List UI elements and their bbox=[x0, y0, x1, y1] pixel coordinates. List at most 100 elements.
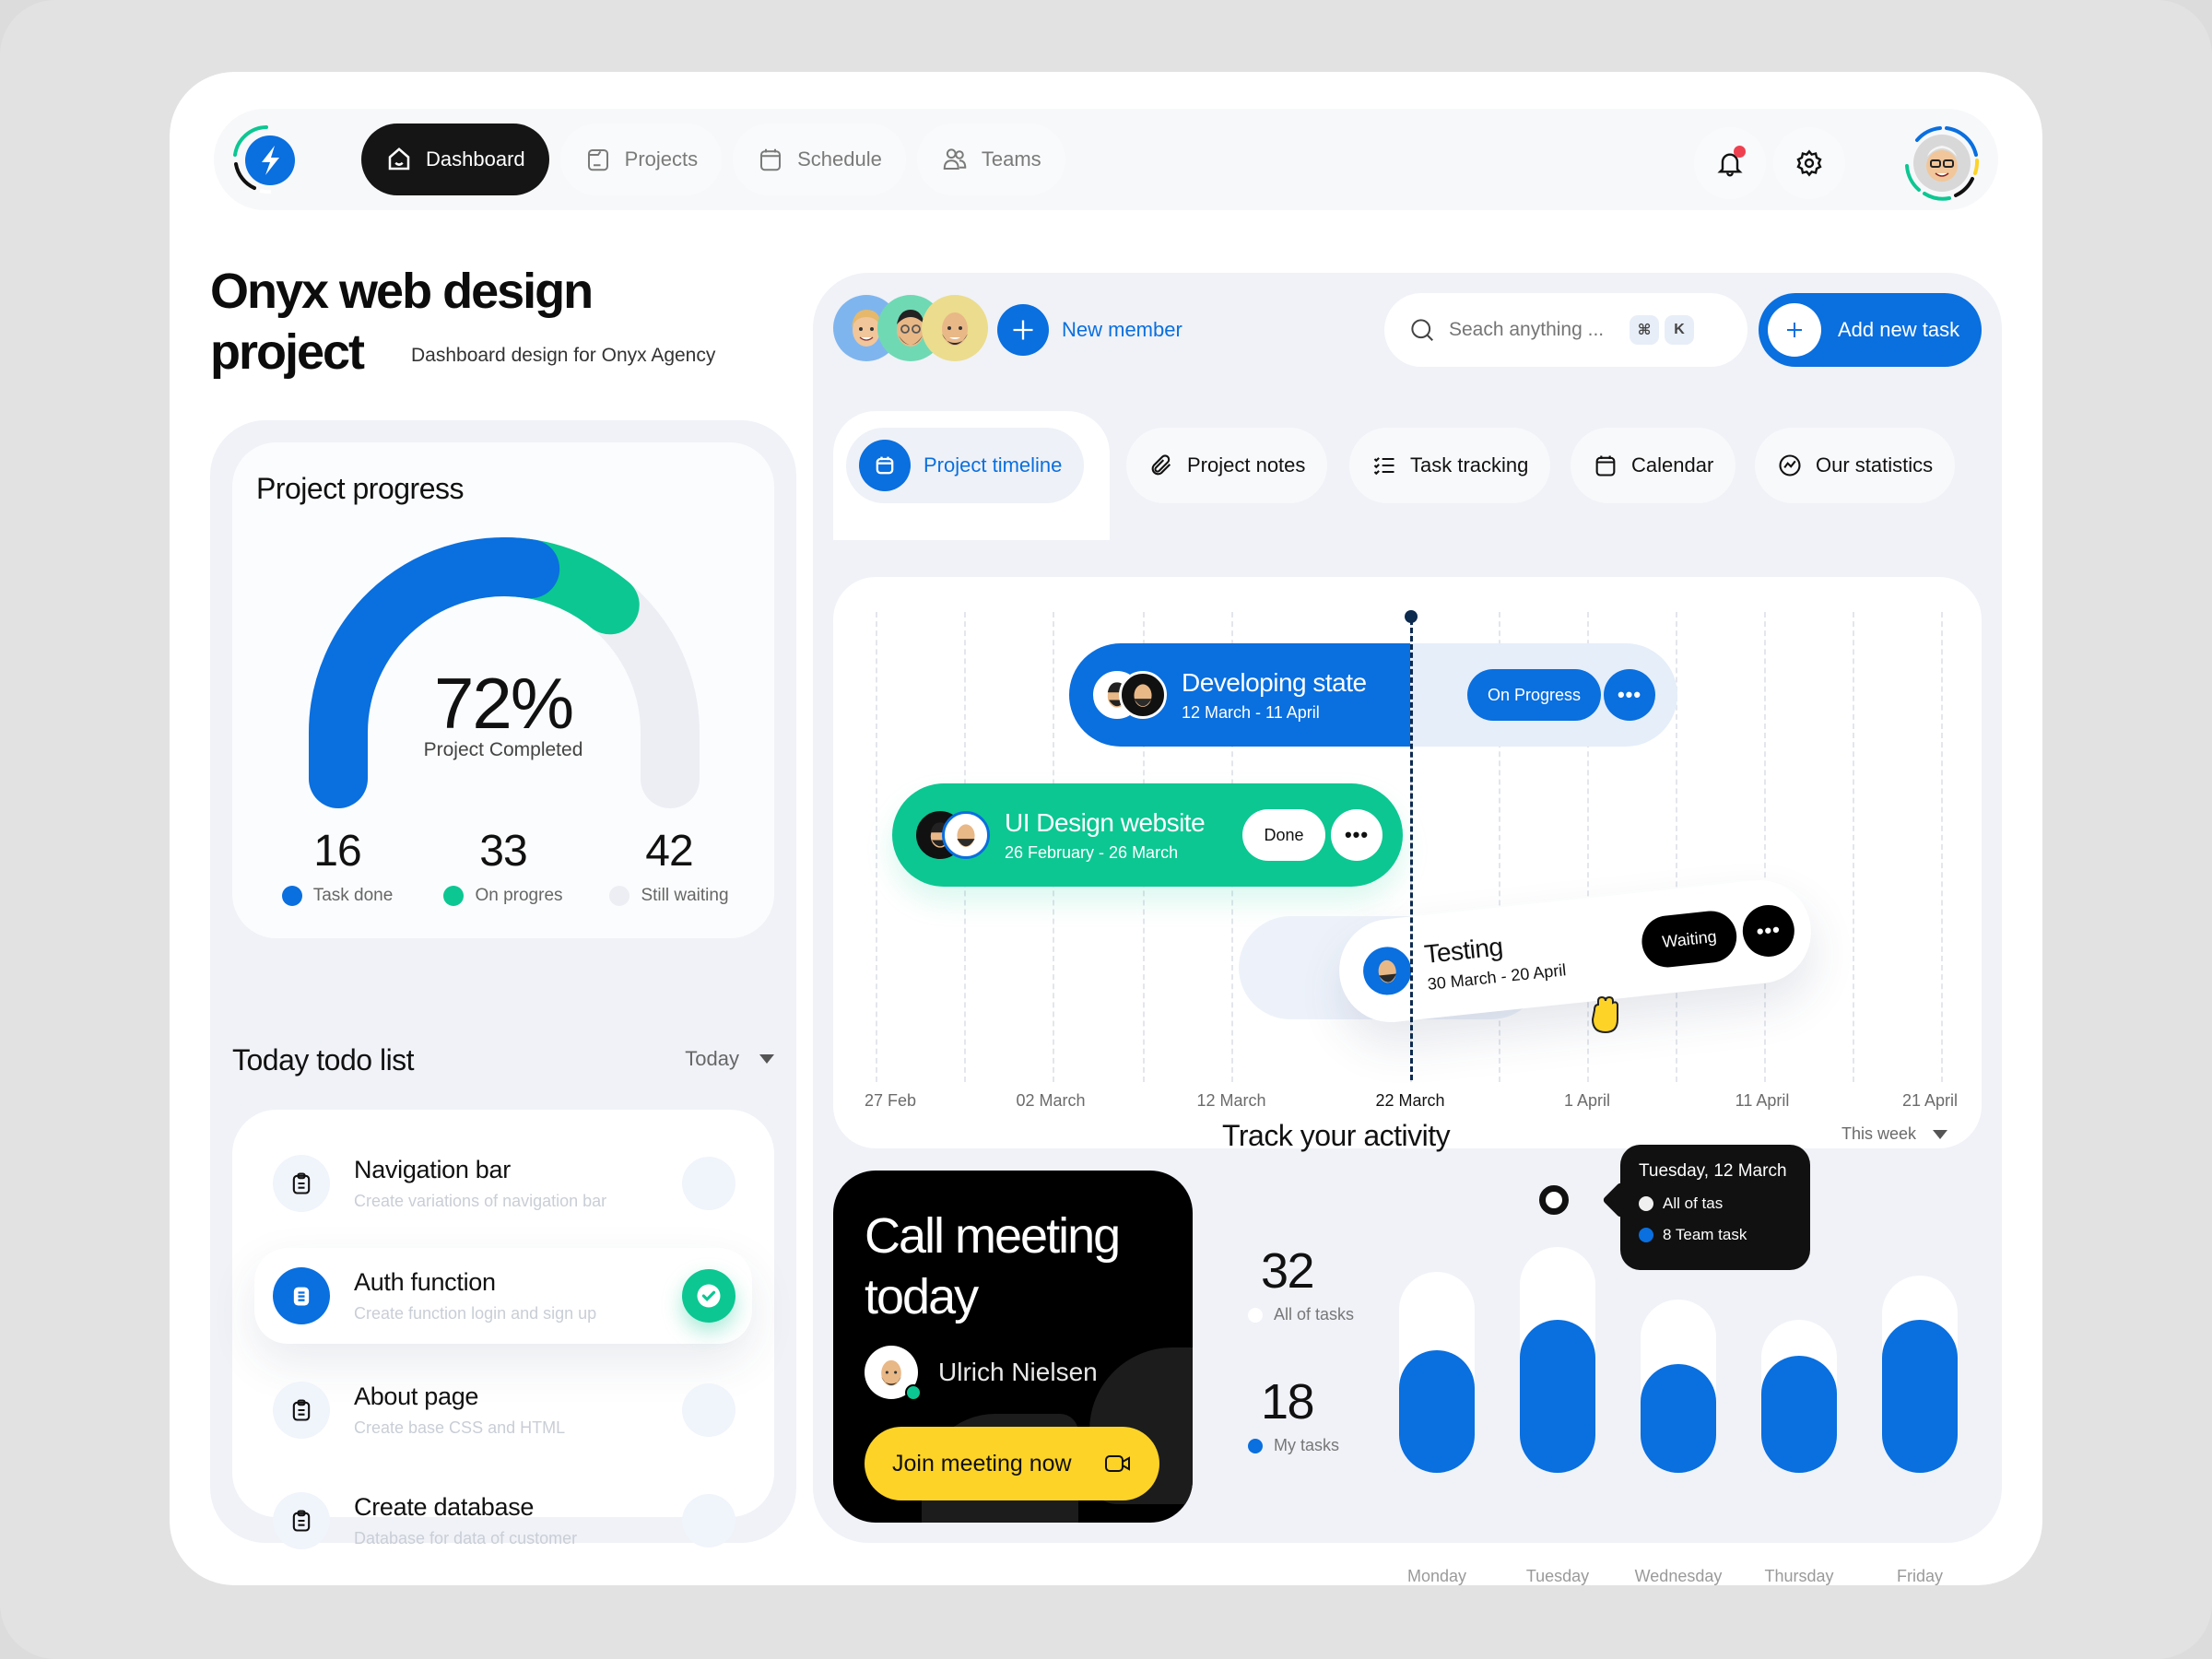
task-assignees bbox=[1360, 944, 1414, 998]
new-member-button[interactable]: New member bbox=[997, 304, 1182, 356]
todo-item[interactable]: About page Create base CSS and HTML bbox=[254, 1362, 752, 1458]
nav-tab-label: Dashboard bbox=[426, 147, 525, 171]
todo-name: Create database bbox=[354, 1493, 535, 1521]
tooltip-row: All of tas bbox=[1639, 1194, 1792, 1213]
stat-on-progress: 33 On progres bbox=[420, 826, 586, 906]
timeline-task-ui-design[interactable]: UI Design website 26 February - 26 March… bbox=[892, 783, 1403, 887]
search-box[interactable]: ⌘ K bbox=[1384, 293, 1747, 367]
member-avatars[interactable] bbox=[833, 295, 988, 361]
clipboard-icon bbox=[273, 1492, 330, 1549]
bar-my-tasks[interactable] bbox=[1399, 1349, 1475, 1473]
progress-title: Project progress bbox=[256, 472, 464, 505]
progress-caption: Project Completed bbox=[423, 739, 583, 760]
join-meeting-button[interactable]: Join meeting now bbox=[865, 1427, 1159, 1500]
tab-project-notes[interactable]: Project notes bbox=[1126, 428, 1328, 503]
nav-tab-label: Projects bbox=[624, 147, 699, 171]
bar-my-tasks[interactable] bbox=[1882, 1320, 1958, 1473]
todo-filter-dropdown[interactable]: Today bbox=[685, 1047, 774, 1071]
status-badge-done[interactable]: Done bbox=[1242, 809, 1325, 861]
todo-name: Navigation bar bbox=[354, 1156, 511, 1183]
caret-down-icon bbox=[759, 1054, 774, 1064]
check-icon bbox=[697, 1284, 721, 1308]
todo-desc: Create function login and sign up bbox=[354, 1304, 597, 1323]
more-options-button[interactable]: ••• bbox=[1604, 669, 1655, 721]
nav-tab-dashboard[interactable]: Dashboard bbox=[361, 124, 549, 195]
bar-my-tasks[interactable] bbox=[1520, 1320, 1595, 1473]
tab-our-statistics[interactable]: Our statistics bbox=[1755, 428, 1956, 503]
tooltip-row: 8 Team task bbox=[1639, 1226, 1792, 1244]
nav-actions bbox=[1694, 120, 1985, 206]
search-icon bbox=[1411, 319, 1433, 341]
profile-avatar[interactable] bbox=[1899, 120, 1985, 206]
more-options-button[interactable]: ••• bbox=[1331, 809, 1382, 861]
axis-label: 1 April bbox=[1563, 1091, 1611, 1110]
clipboard-icon bbox=[273, 1382, 330, 1439]
nav-tab-projects[interactable]: Projects bbox=[559, 124, 723, 195]
bar-my-tasks[interactable] bbox=[1761, 1356, 1837, 1473]
member-avatar[interactable] bbox=[922, 295, 988, 361]
todo-header: Today todo list Today bbox=[232, 1043, 774, 1077]
activity-filter-dropdown[interactable]: This week bbox=[1841, 1124, 1948, 1144]
todo-checkbox[interactable] bbox=[682, 1157, 735, 1210]
tab-label: Task tracking bbox=[1410, 453, 1529, 477]
task-dates: 12 March - 11 April bbox=[1182, 702, 1320, 722]
tab-calendar[interactable]: Calendar bbox=[1571, 428, 1736, 503]
view-tabs: Project timeline Project notes Task trac… bbox=[833, 411, 1982, 540]
activity-title: Track your activity bbox=[1222, 1119, 1451, 1152]
search-input[interactable] bbox=[1449, 319, 1624, 341]
shortcut-key-k: K bbox=[1665, 315, 1694, 345]
activity-tooltip: Tuesday, 12 March All of tas 8 Team task bbox=[1620, 1145, 1810, 1270]
task-assignees bbox=[1093, 671, 1167, 719]
grid-line bbox=[1941, 612, 1943, 1082]
todo-desc: Create variations of navigation bar bbox=[354, 1192, 607, 1210]
todo-item[interactable]: Navigation bar Create variations of navig… bbox=[254, 1135, 752, 1231]
nav-tab-schedule[interactable]: Schedule bbox=[733, 124, 906, 195]
todo-checkbox[interactable] bbox=[682, 1494, 735, 1547]
more-options-button[interactable]: ••• bbox=[1740, 902, 1797, 959]
status-badge-waiting[interactable]: Waiting bbox=[1639, 908, 1740, 971]
calendar-icon bbox=[760, 148, 782, 171]
host-name: Ulrich Nielsen bbox=[938, 1358, 1098, 1386]
todo-list: Navigation bar Create variations of navig… bbox=[232, 1110, 774, 1549]
caret-down-icon bbox=[1933, 1129, 1948, 1139]
todo-item[interactable]: Create database Database for data of cust… bbox=[254, 1477, 752, 1565]
tab-label: Our statistics bbox=[1816, 453, 1934, 477]
meeting-host: Ulrich Nielsen bbox=[865, 1346, 1098, 1401]
my-tasks-value: 18 bbox=[1261, 1374, 1315, 1430]
todo-desc: Create base CSS and HTML bbox=[354, 1418, 566, 1437]
stat-value: 16 bbox=[313, 827, 361, 876]
meeting-title: Call meeting today bbox=[865, 1208, 1121, 1324]
add-new-task-button[interactable]: Add new task bbox=[1759, 293, 1982, 367]
legend-dot-blue bbox=[281, 886, 302, 906]
host-avatar bbox=[865, 1346, 922, 1401]
project-progress-card: Project progress 72% Project Completed 1… bbox=[232, 442, 774, 938]
axis-label-today: 22 March bbox=[1375, 1091, 1445, 1110]
stat-label: Task done bbox=[312, 886, 394, 905]
project-timeline: 27 Feb 02 March 12 March 22 March 1 Apri… bbox=[833, 577, 1982, 1148]
stat-task-done: 16 Task done bbox=[254, 826, 420, 906]
tab-project-timeline[interactable]: Project timeline bbox=[846, 428, 1085, 503]
status-badge-on-progress[interactable]: On Progress bbox=[1467, 669, 1602, 721]
timeline-task-developing[interactable]: Developing state 12 March - 11 April On … bbox=[1069, 643, 1677, 747]
tab-task-tracking[interactable]: Task tracking bbox=[1349, 428, 1551, 503]
bar-my-tasks[interactable] bbox=[1641, 1364, 1716, 1473]
top-nav: Dashboard Projects Schedule Teams bbox=[214, 109, 1998, 210]
todo-item[interactable]: Auth function Create function login and s… bbox=[254, 1248, 752, 1344]
todo-checkbox[interactable] bbox=[682, 1383, 735, 1437]
tab-label: Calendar bbox=[1631, 453, 1714, 477]
grid-line bbox=[876, 612, 877, 1082]
notifications-button[interactable] bbox=[1694, 127, 1766, 199]
all-tasks-legend: All of tasks bbox=[1248, 1305, 1354, 1324]
axis-label: 27 Feb bbox=[864, 1091, 917, 1110]
task-text: Developing state 12 March - 11 April bbox=[1182, 668, 1367, 723]
stat-legend: Task done bbox=[281, 886, 394, 906]
settings-button[interactable] bbox=[1773, 127, 1845, 199]
nav-tab-teams[interactable]: Teams bbox=[916, 124, 1065, 195]
logo-icon[interactable] bbox=[227, 120, 306, 199]
task-text: Testing 30 March - 20 April bbox=[1423, 925, 1567, 994]
todo-checkbox-checked[interactable] bbox=[682, 1269, 735, 1323]
timeline-task-testing[interactable]: Testing 30 March - 20 April Waiting ••• bbox=[1334, 875, 1817, 1028]
todo-name: About page bbox=[354, 1382, 479, 1410]
online-status-dot bbox=[905, 1384, 922, 1401]
task-name: Developing state bbox=[1182, 667, 1367, 697]
